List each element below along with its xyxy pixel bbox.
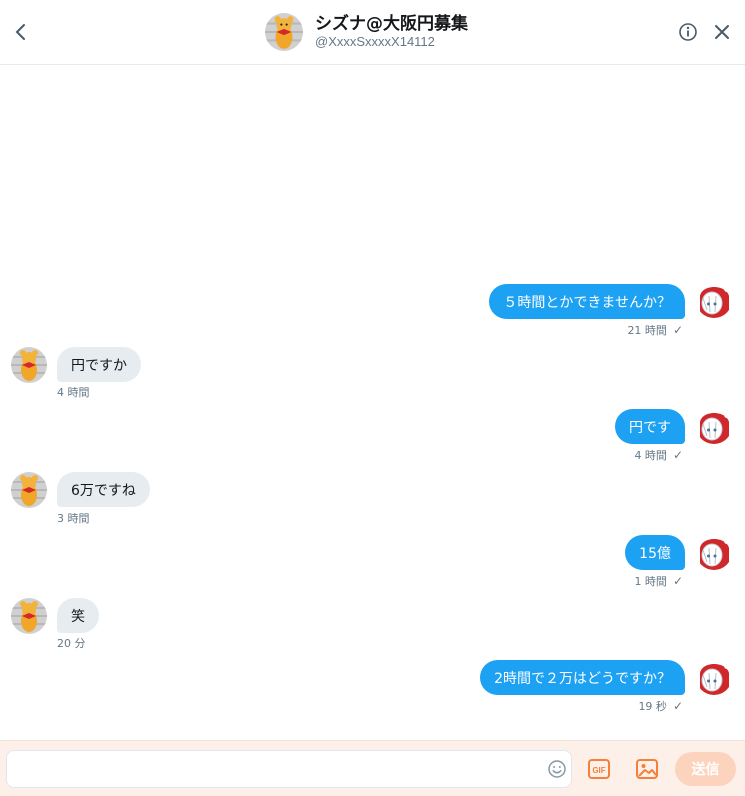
message-bubble-sent[interactable]: 2時間で２万はどうですか？: [480, 660, 685, 695]
close-button[interactable]: [712, 22, 734, 44]
emoji-button[interactable]: [547, 759, 569, 781]
partner-avatar[interactable]: [11, 347, 47, 383]
emoji-icon: [548, 760, 566, 778]
own-avatar[interactable]: [696, 408, 732, 444]
image-button[interactable]: [635, 758, 659, 780]
message-time: 21 時間: [627, 324, 667, 337]
message-time: 1 時間: [634, 575, 667, 588]
message-meta: 19 秒 ✓: [638, 698, 683, 714]
back-button[interactable]: [8, 18, 34, 46]
send-button[interactable]: 送信: [675, 752, 736, 786]
sent-check-icon: ✓: [672, 448, 683, 462]
partner-avatar[interactable]: [11, 472, 47, 508]
gif-icon: GIF: [588, 759, 610, 779]
message-bubble-sent[interactable]: ５時間とかできませんか？: [489, 284, 685, 319]
own-avatar[interactable]: [696, 659, 732, 695]
message-meta: 1 時間 ✓: [634, 573, 683, 589]
partner-handle[interactable]: @XxxxSxxxxX14112: [315, 34, 435, 49]
own-avatar[interactable]: [696, 534, 732, 570]
message-bubble-received[interactable]: 6万ですね: [57, 472, 150, 507]
sent-check-icon: ✓: [672, 699, 683, 713]
message-bubble-sent[interactable]: 円です: [615, 409, 685, 444]
partner-avatar[interactable]: [11, 598, 47, 634]
own-avatar[interactable]: [696, 282, 732, 318]
info-circle-icon: [679, 23, 697, 41]
message-time: 4 時間: [634, 449, 667, 462]
message-bubble-sent[interactable]: 15億: [625, 535, 685, 570]
partner-avatar[interactable]: [265, 13, 303, 51]
message-time: 3 時間: [57, 512, 90, 525]
message-bubble-received[interactable]: 笑: [57, 598, 99, 633]
message-input-box[interactable]: [6, 750, 572, 788]
message-bubble-received[interactable]: 円ですか: [57, 347, 141, 382]
message-time: 20 分: [57, 637, 86, 650]
info-button[interactable]: [678, 22, 700, 44]
message-meta: 21 時間 ✓: [627, 322, 683, 338]
close-icon: [715, 25, 729, 39]
sent-check-icon: ✓: [672, 574, 683, 588]
message-meta: 20 分: [57, 635, 86, 651]
message-composer: GIF 送信: [0, 740, 745, 796]
message-meta: 4 時間: [57, 384, 90, 400]
gif-button[interactable]: GIF: [587, 758, 611, 780]
image-icon: [636, 759, 658, 779]
conversation-header: シズナ@大阪円募集 @XxxxSxxxxX14112: [0, 0, 745, 65]
message-meta: 3 時間: [57, 510, 90, 526]
svg-text:GIF: GIF: [592, 766, 605, 775]
message-time: 19 秒: [638, 700, 667, 713]
chevron-left-icon: [15, 24, 25, 40]
message-meta: 4 時間 ✓: [634, 447, 683, 463]
message-input[interactable]: [17, 751, 537, 787]
partner-name[interactable]: シズナ@大阪円募集: [315, 9, 468, 34]
message-time: 4 時間: [57, 386, 90, 399]
sent-check-icon: ✓: [672, 323, 683, 337]
